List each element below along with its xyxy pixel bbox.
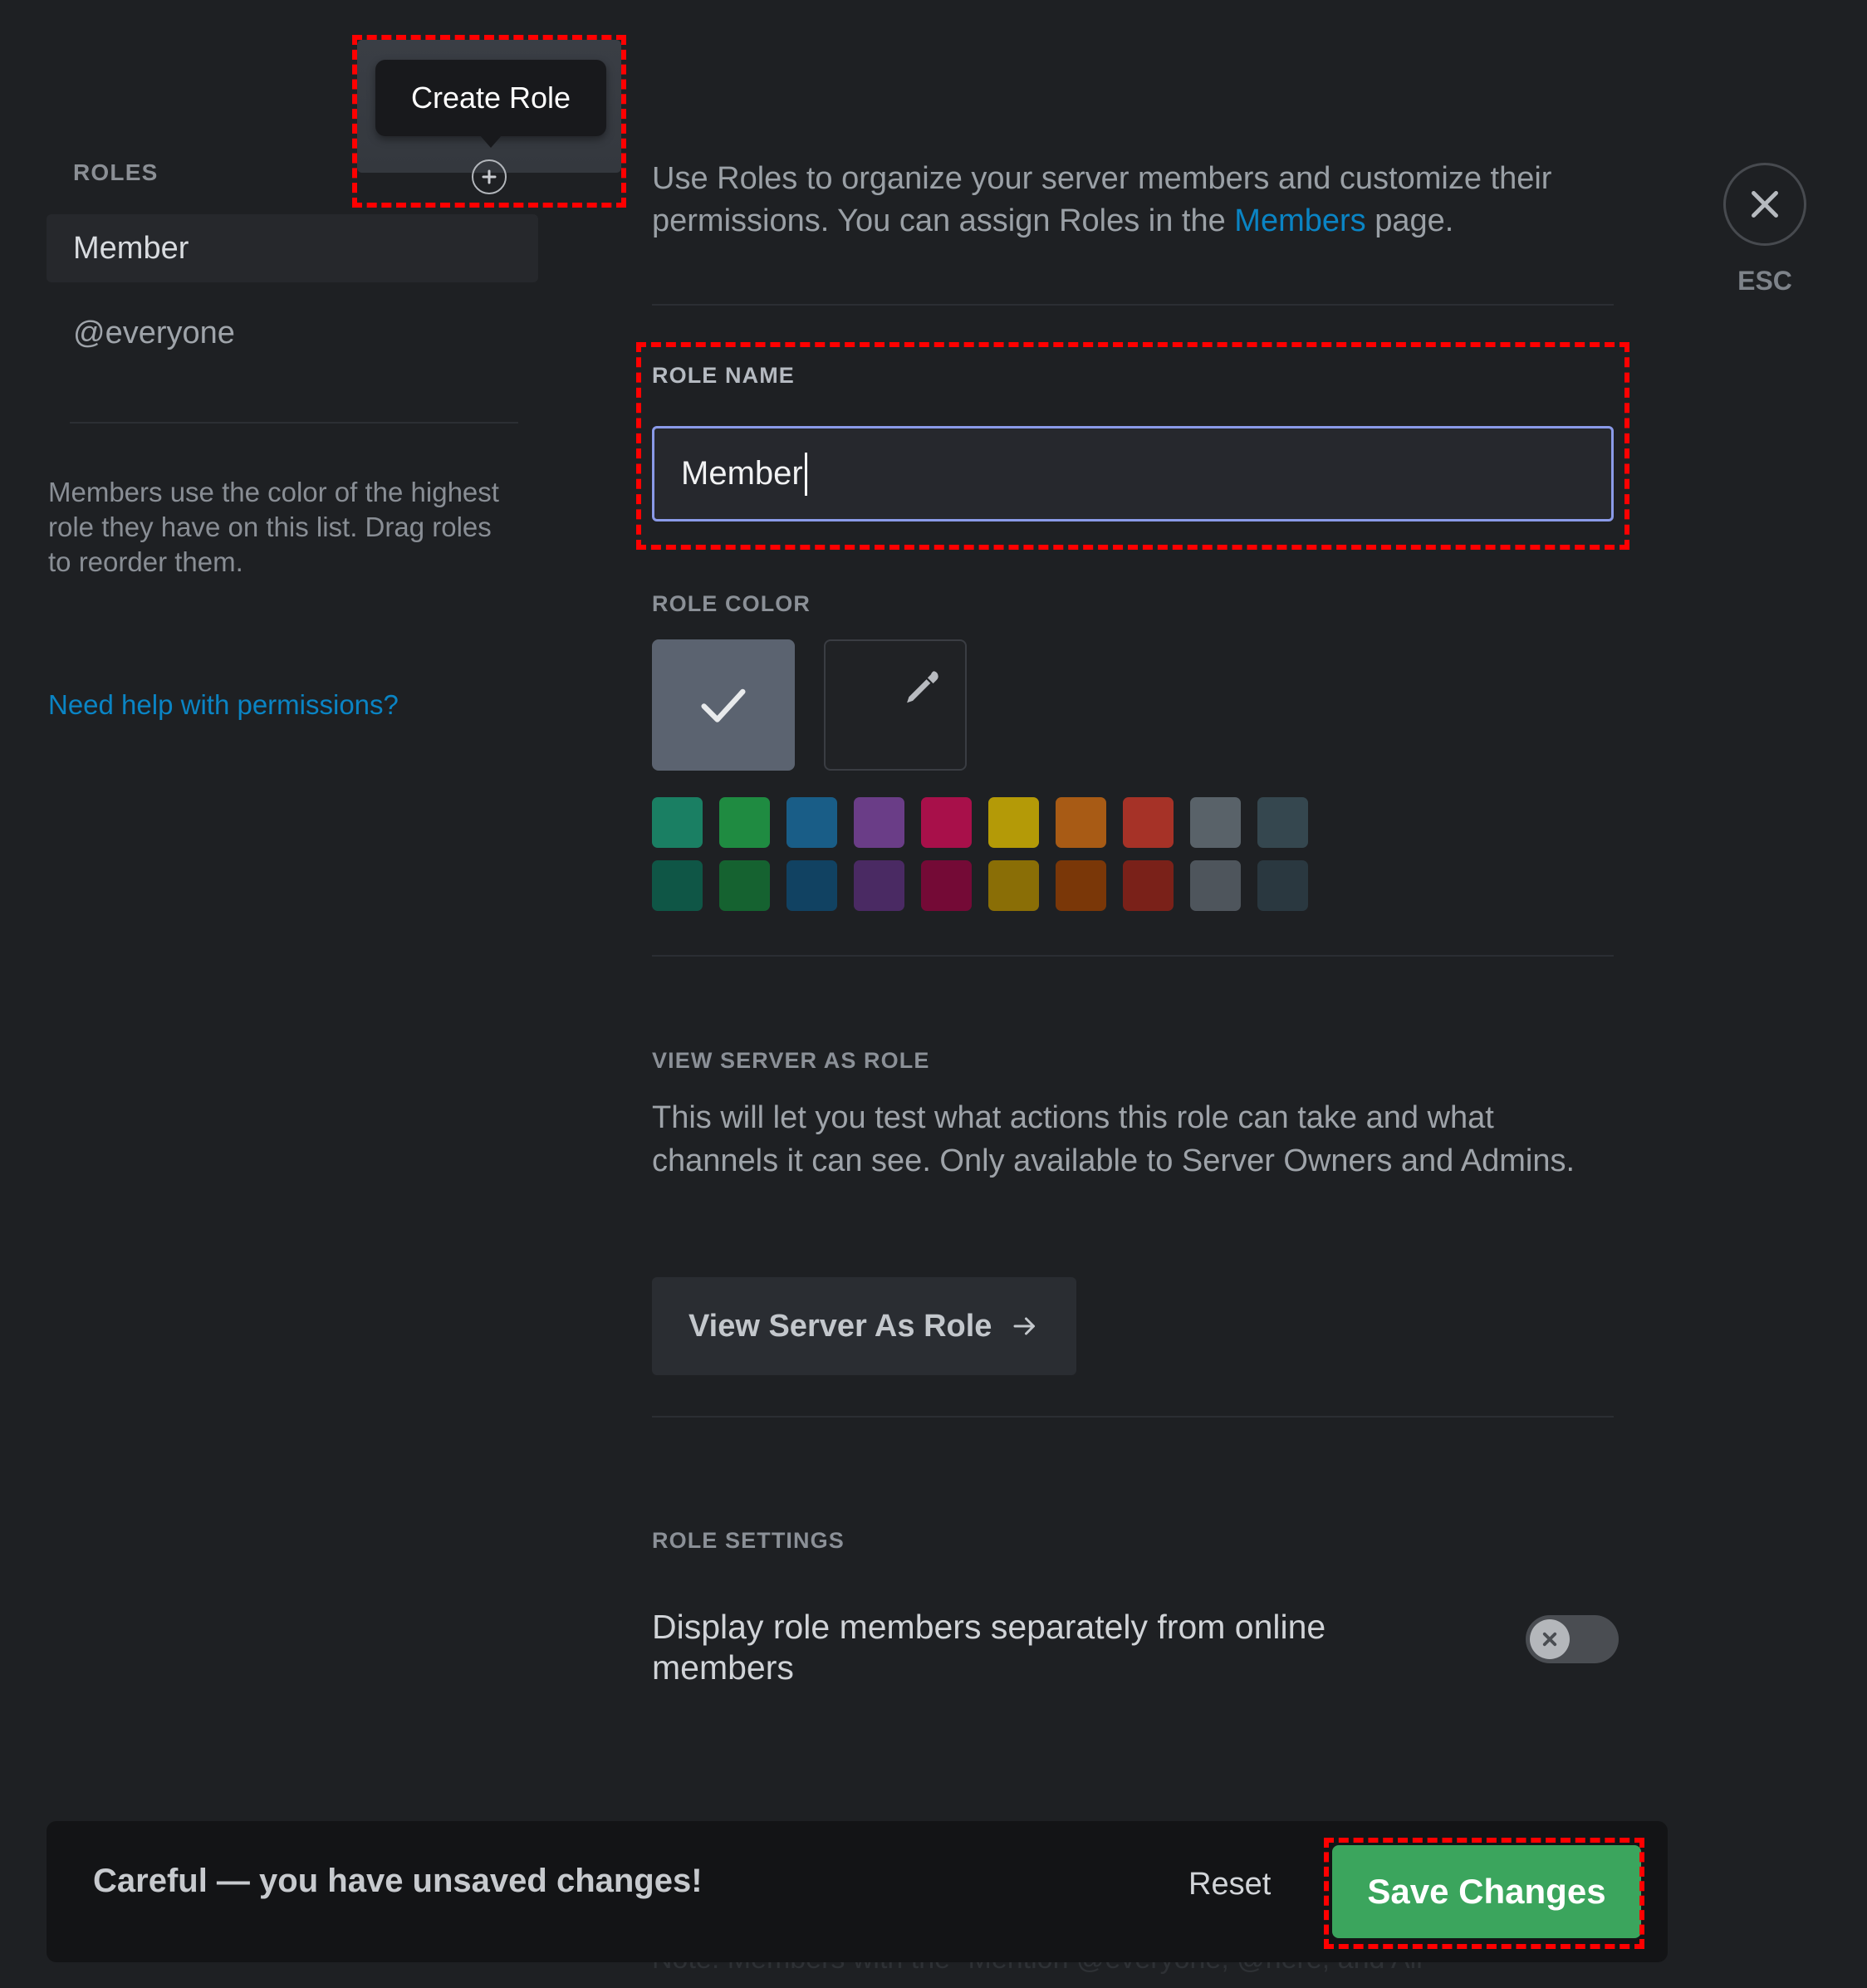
role-color-label: ROLE COLOR (652, 591, 811, 616)
hoist-setting-toggle[interactable] (1526, 1615, 1619, 1663)
divider-middle (652, 955, 1614, 957)
arrow-right-icon (1013, 1317, 1036, 1335)
view-server-as-role-button-label: View Server As Role (688, 1308, 992, 1344)
sidebar-role-everyone[interactable]: @everyone (47, 299, 538, 367)
role-settings-label: ROLE SETTINGS (652, 1528, 845, 1553)
role-color-swatch[interactable] (1257, 797, 1308, 848)
role-color-swatch[interactable] (921, 797, 972, 848)
roles-intro-text: Use Roles to organize your server member… (652, 158, 1624, 243)
role-name-value: Member (681, 455, 803, 492)
role-color-swatch-grid (652, 797, 1308, 911)
role-color-swatch[interactable] (921, 860, 972, 911)
role-color-swatch[interactable] (1056, 860, 1106, 911)
role-color-swatch[interactable] (652, 797, 703, 848)
close-button[interactable] (1723, 163, 1806, 246)
role-color-swatch[interactable] (854, 797, 904, 848)
create-role-tooltip: Create Role (375, 60, 606, 148)
role-color-swatch[interactable] (1056, 797, 1106, 848)
role-color-swatch[interactable] (1123, 860, 1174, 911)
role-color-swatch[interactable] (854, 860, 904, 911)
sidebar-divider (70, 422, 518, 424)
role-color-swatch[interactable] (1123, 797, 1174, 848)
view-server-as-role-label: VIEW SERVER AS ROLE (652, 1048, 930, 1073)
sidebar-role-member[interactable]: Member (47, 214, 538, 282)
text-caret (804, 452, 807, 496)
tooltip-tail (479, 135, 502, 148)
roles-heading: ROLES (73, 159, 159, 185)
view-server-as-role-button[interactable]: View Server As Role (652, 1277, 1077, 1375)
role-color-swatch[interactable] (652, 860, 703, 911)
divider-top (652, 304, 1614, 306)
role-setting-row: Display role members separately from onl… (652, 1607, 1619, 1688)
plus-circle-icon (482, 169, 497, 184)
divider-bottom (652, 1416, 1614, 1418)
role-item-label: Member (73, 230, 189, 266)
members-page-link[interactable]: Members (1234, 203, 1365, 238)
role-color-custom-picker[interactable] (824, 639, 967, 771)
create-role-button[interactable] (472, 159, 507, 194)
save-changes-button[interactable]: Save Changes (1332, 1845, 1641, 1938)
unsaved-changes-message: Careful — you have unsaved changes! (93, 1863, 703, 1899)
role-color-swatch[interactable] (786, 860, 837, 911)
role-color-swatch[interactable] (1190, 797, 1241, 848)
reset-button[interactable]: Reset (1188, 1867, 1271, 1902)
x-icon (1542, 1632, 1557, 1647)
toggle-knob (1530, 1619, 1570, 1659)
roles-sidebar: ROLES Member @everyone Members use the c… (0, 0, 598, 1988)
create-role-tooltip-label: Create Role (410, 81, 571, 115)
role-color-swatch[interactable] (719, 860, 770, 911)
permissions-help-link[interactable]: Need help with permissions? (48, 689, 399, 721)
role-detail-panel: Use Roles to organize your server member… (598, 0, 1867, 1988)
discord-role-settings-window: ROLES Member @everyone Members use the c… (0, 0, 1867, 1988)
intro-text-after: page. (1365, 203, 1454, 239)
role-color-swatch[interactable] (719, 797, 770, 848)
role-name-label: ROLE NAME (652, 363, 795, 388)
role-color-swatch[interactable] (786, 797, 837, 848)
hoist-setting-label: Display role members separately from onl… (652, 1608, 1326, 1687)
role-name-input[interactable]: Member (652, 426, 1614, 521)
unsaved-changes-bar: Careful — you have unsaved changes! Rese… (47, 1821, 1668, 1962)
role-color-default-swatch[interactable] (652, 639, 795, 771)
role-color-swatch[interactable] (988, 860, 1039, 911)
role-color-swatch[interactable] (988, 797, 1039, 848)
role-item-label: @everyone (73, 315, 235, 350)
close-icon (1752, 191, 1778, 218)
sidebar-description: Members use the color of the highest rol… (48, 477, 499, 578)
role-color-swatch[interactable] (1190, 860, 1241, 911)
check-icon (701, 688, 746, 722)
esc-label: ESC (1737, 266, 1792, 296)
role-color-swatch[interactable] (1257, 860, 1308, 911)
view-server-as-role-description: This will let you test what actions this… (652, 1100, 1575, 1179)
eyedropper-icon (892, 664, 943, 720)
